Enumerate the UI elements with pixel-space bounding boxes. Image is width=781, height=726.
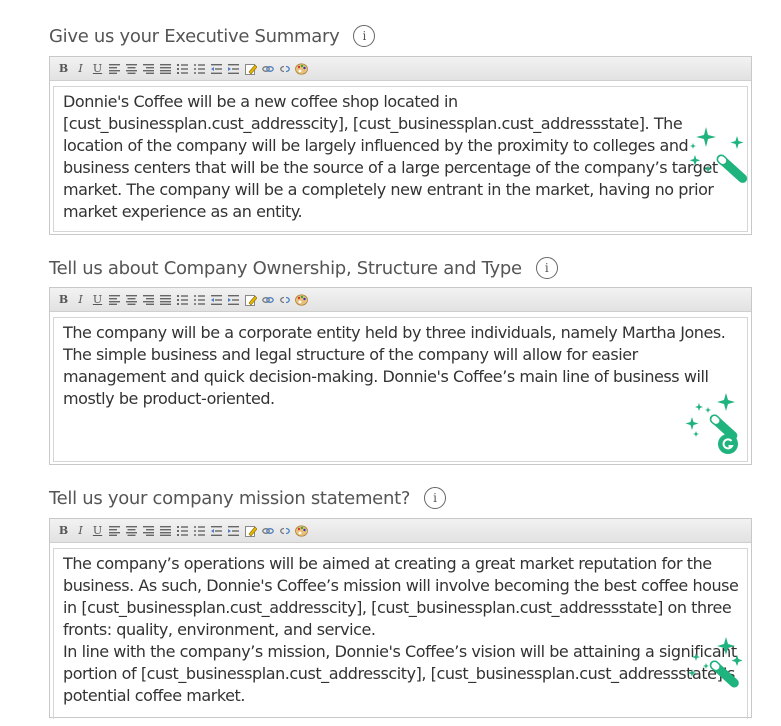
align-justify-icon[interactable] (158, 292, 173, 308)
color-palette-icon[interactable] (294, 292, 309, 308)
italic-button[interactable]: I (73, 523, 88, 539)
indent-icon[interactable] (226, 61, 241, 77)
outdent-icon[interactable] (209, 292, 224, 308)
field-header: Give us your Executive Summary i (49, 22, 752, 50)
ordered-list-icon[interactable] (175, 523, 190, 539)
field-text: Donnie's Coffee will be a new coffee sho… (63, 91, 741, 223)
outdent-icon[interactable] (209, 61, 224, 77)
bold-button[interactable]: B (56, 292, 71, 308)
align-left-icon[interactable] (107, 61, 122, 77)
magic-wand-icon[interactable] (684, 637, 750, 703)
paragraph: In line with the company’s mission, Donn… (63, 642, 737, 705)
field-label: Tell us about Company Ownership, Structu… (49, 257, 522, 279)
rich-text-editor: B I U The company’s operations will be a… (49, 518, 752, 719)
field-header: Tell us about Company Ownership, Structu… (49, 254, 752, 282)
editor-toolbar: B I U (50, 288, 751, 312)
paragraph: The company will be a corporate entity h… (63, 323, 726, 408)
rich-text-editor: B I U The company will be a corporate en… (49, 287, 752, 465)
align-right-icon[interactable] (141, 61, 156, 77)
edit-html-icon[interactable] (243, 61, 258, 77)
unordered-list-icon[interactable] (192, 292, 207, 308)
align-center-icon[interactable] (124, 292, 139, 308)
underline-button[interactable]: U (90, 61, 105, 77)
outdent-icon[interactable] (209, 523, 224, 539)
unlink-icon[interactable] (277, 523, 292, 539)
align-left-icon[interactable] (107, 292, 122, 308)
underline-button[interactable]: U (90, 292, 105, 308)
color-palette-icon[interactable] (294, 61, 309, 77)
editor-content-area[interactable]: Donnie's Coffee will be a new coffee sho… (53, 86, 748, 232)
paragraph: The company’s operations will be aimed a… (63, 554, 739, 639)
align-right-icon[interactable] (141, 292, 156, 308)
indent-icon[interactable] (226, 292, 241, 308)
editor-toolbar: B I U (50, 57, 751, 81)
field-header: Tell us your company mission statement? … (49, 484, 752, 512)
editor-content-area[interactable]: The company’s operations will be aimed a… (53, 548, 748, 719)
color-palette-icon[interactable] (294, 523, 309, 539)
executive-summary-section: Give us your Executive Summary i B I U D… (49, 22, 752, 235)
grammarly-icon[interactable] (717, 433, 739, 455)
underline-button[interactable]: U (90, 523, 105, 539)
edit-html-icon[interactable] (243, 292, 258, 308)
link-icon[interactable] (260, 61, 275, 77)
unordered-list-icon[interactable] (192, 61, 207, 77)
edit-html-icon[interactable] (243, 523, 258, 539)
link-icon[interactable] (260, 523, 275, 539)
unlink-icon[interactable] (277, 292, 292, 308)
align-justify-icon[interactable] (158, 523, 173, 539)
align-center-icon[interactable] (124, 61, 139, 77)
ordered-list-icon[interactable] (175, 292, 190, 308)
indent-icon[interactable] (226, 523, 241, 539)
info-icon[interactable]: i (535, 257, 558, 279)
rich-text-editor: B I U Donnie's Coffee will be a new coff… (49, 56, 752, 235)
info-icon[interactable]: i (353, 25, 376, 47)
field-label: Give us your Executive Summary (49, 25, 340, 47)
editor-toolbar: B I U (50, 519, 751, 543)
ordered-list-icon[interactable] (175, 61, 190, 77)
align-left-icon[interactable] (107, 523, 122, 539)
mission-statement-section: Tell us your company mission statement? … (49, 484, 752, 719)
bold-button[interactable]: B (56, 61, 71, 77)
align-center-icon[interactable] (124, 523, 139, 539)
italic-button[interactable]: I (73, 61, 88, 77)
align-justify-icon[interactable] (158, 61, 173, 77)
unlink-icon[interactable] (277, 61, 292, 77)
italic-button[interactable]: I (73, 292, 88, 308)
align-right-icon[interactable] (141, 523, 156, 539)
info-icon[interactable]: i (424, 487, 447, 509)
link-icon[interactable] (260, 292, 275, 308)
field-text: The company will be a corporate entity h… (63, 322, 741, 410)
field-text: The company’s operations will be aimed a… (63, 553, 741, 707)
editor-content-area[interactable]: The company will be a corporate entity h… (53, 317, 748, 462)
company-ownership-section: Tell us about Company Ownership, Structu… (49, 254, 752, 465)
unordered-list-icon[interactable] (192, 523, 207, 539)
paragraph: Donnie's Coffee will be a new coffee sho… (63, 92, 718, 221)
bold-button[interactable]: B (56, 523, 71, 539)
magic-wand-icon[interactable] (684, 127, 750, 189)
field-label: Tell us your company mission statement? (49, 487, 411, 509)
